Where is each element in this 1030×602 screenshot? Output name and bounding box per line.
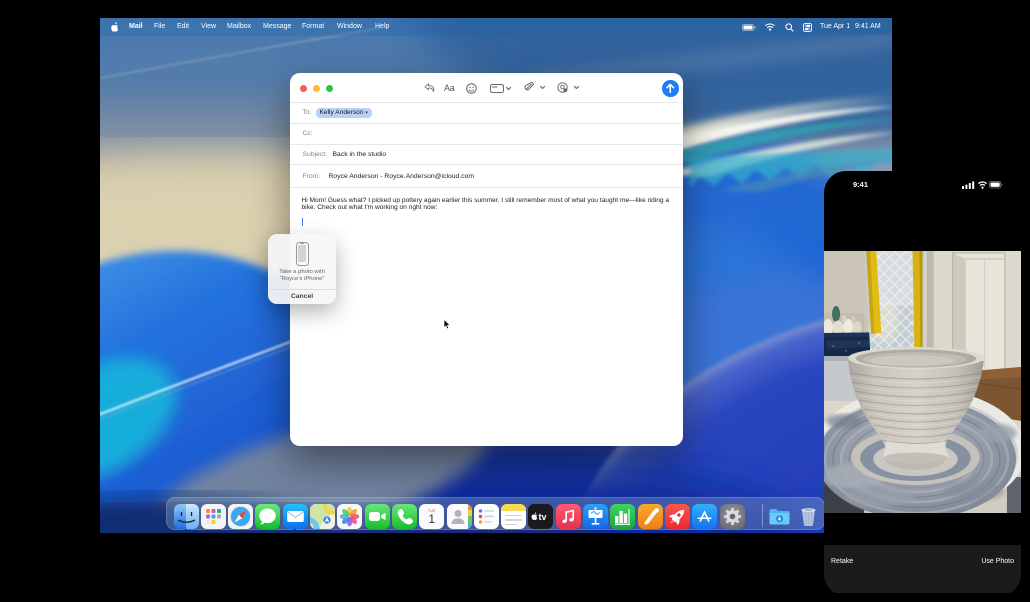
svg-text:tv: tv — [539, 512, 547, 522]
